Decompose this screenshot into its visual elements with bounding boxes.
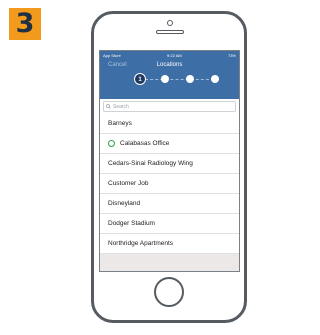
home-button[interactable] bbox=[154, 277, 184, 307]
list-item[interactable]: Dodger Stadium bbox=[100, 214, 239, 234]
status-battery: 73% bbox=[227, 53, 236, 58]
status-bar: App Store 9:22 AM 73% bbox=[100, 51, 239, 60]
step-number-badge: 3 bbox=[9, 8, 41, 40]
location-list: Barneys Calabasas Office Cedars-Sinai Ra… bbox=[100, 114, 239, 254]
location-name: Cedars-Sinai Radiology Wing bbox=[108, 160, 193, 167]
camera-icon bbox=[167, 20, 173, 26]
step-3[interactable] bbox=[186, 75, 194, 83]
location-name: Calabasas Office bbox=[120, 140, 170, 147]
location-name: Dodger Stadium bbox=[108, 220, 155, 227]
search-icon bbox=[106, 104, 111, 109]
app-header: App Store 9:22 AM 73% Cancel Locations 1 bbox=[100, 51, 239, 99]
phone-frame: App Store 9:22 AM 73% Cancel Locations 1 bbox=[91, 11, 247, 323]
status-carrier: App Store bbox=[103, 53, 121, 58]
list-item[interactable]: Northridge Apartments bbox=[100, 234, 239, 254]
step-indicator: 1 bbox=[100, 73, 239, 87]
step-2[interactable] bbox=[161, 75, 169, 83]
location-name: Customer Job bbox=[108, 180, 149, 187]
nav-bar: Cancel Locations bbox=[100, 60, 239, 72]
step-1[interactable]: 1 bbox=[134, 73, 146, 85]
status-time: 9:22 AM bbox=[167, 53, 182, 58]
page-title: Locations bbox=[156, 62, 183, 68]
location-name: Barneys bbox=[108, 120, 132, 127]
list-item[interactable]: Calabasas Office bbox=[100, 134, 239, 154]
search-placeholder: Search bbox=[113, 103, 129, 110]
list-item[interactable]: Barneys bbox=[100, 114, 239, 134]
search-input[interactable]: Search bbox=[103, 101, 236, 112]
step-4[interactable] bbox=[211, 75, 219, 83]
stepper-line bbox=[140, 79, 214, 80]
list-item[interactable]: Disneyland bbox=[100, 194, 239, 214]
search-bar: Search bbox=[100, 99, 239, 114]
location-name: Northridge Apartments bbox=[108, 240, 174, 247]
circle-marker-icon bbox=[108, 140, 115, 147]
speaker-icon bbox=[156, 30, 184, 34]
location-name: Disneyland bbox=[108, 200, 141, 207]
app-screen: App Store 9:22 AM 73% Cancel Locations 1 bbox=[99, 50, 240, 272]
list-item[interactable]: Customer Job bbox=[100, 174, 239, 194]
list-item[interactable]: Cedars-Sinai Radiology Wing bbox=[100, 154, 239, 174]
